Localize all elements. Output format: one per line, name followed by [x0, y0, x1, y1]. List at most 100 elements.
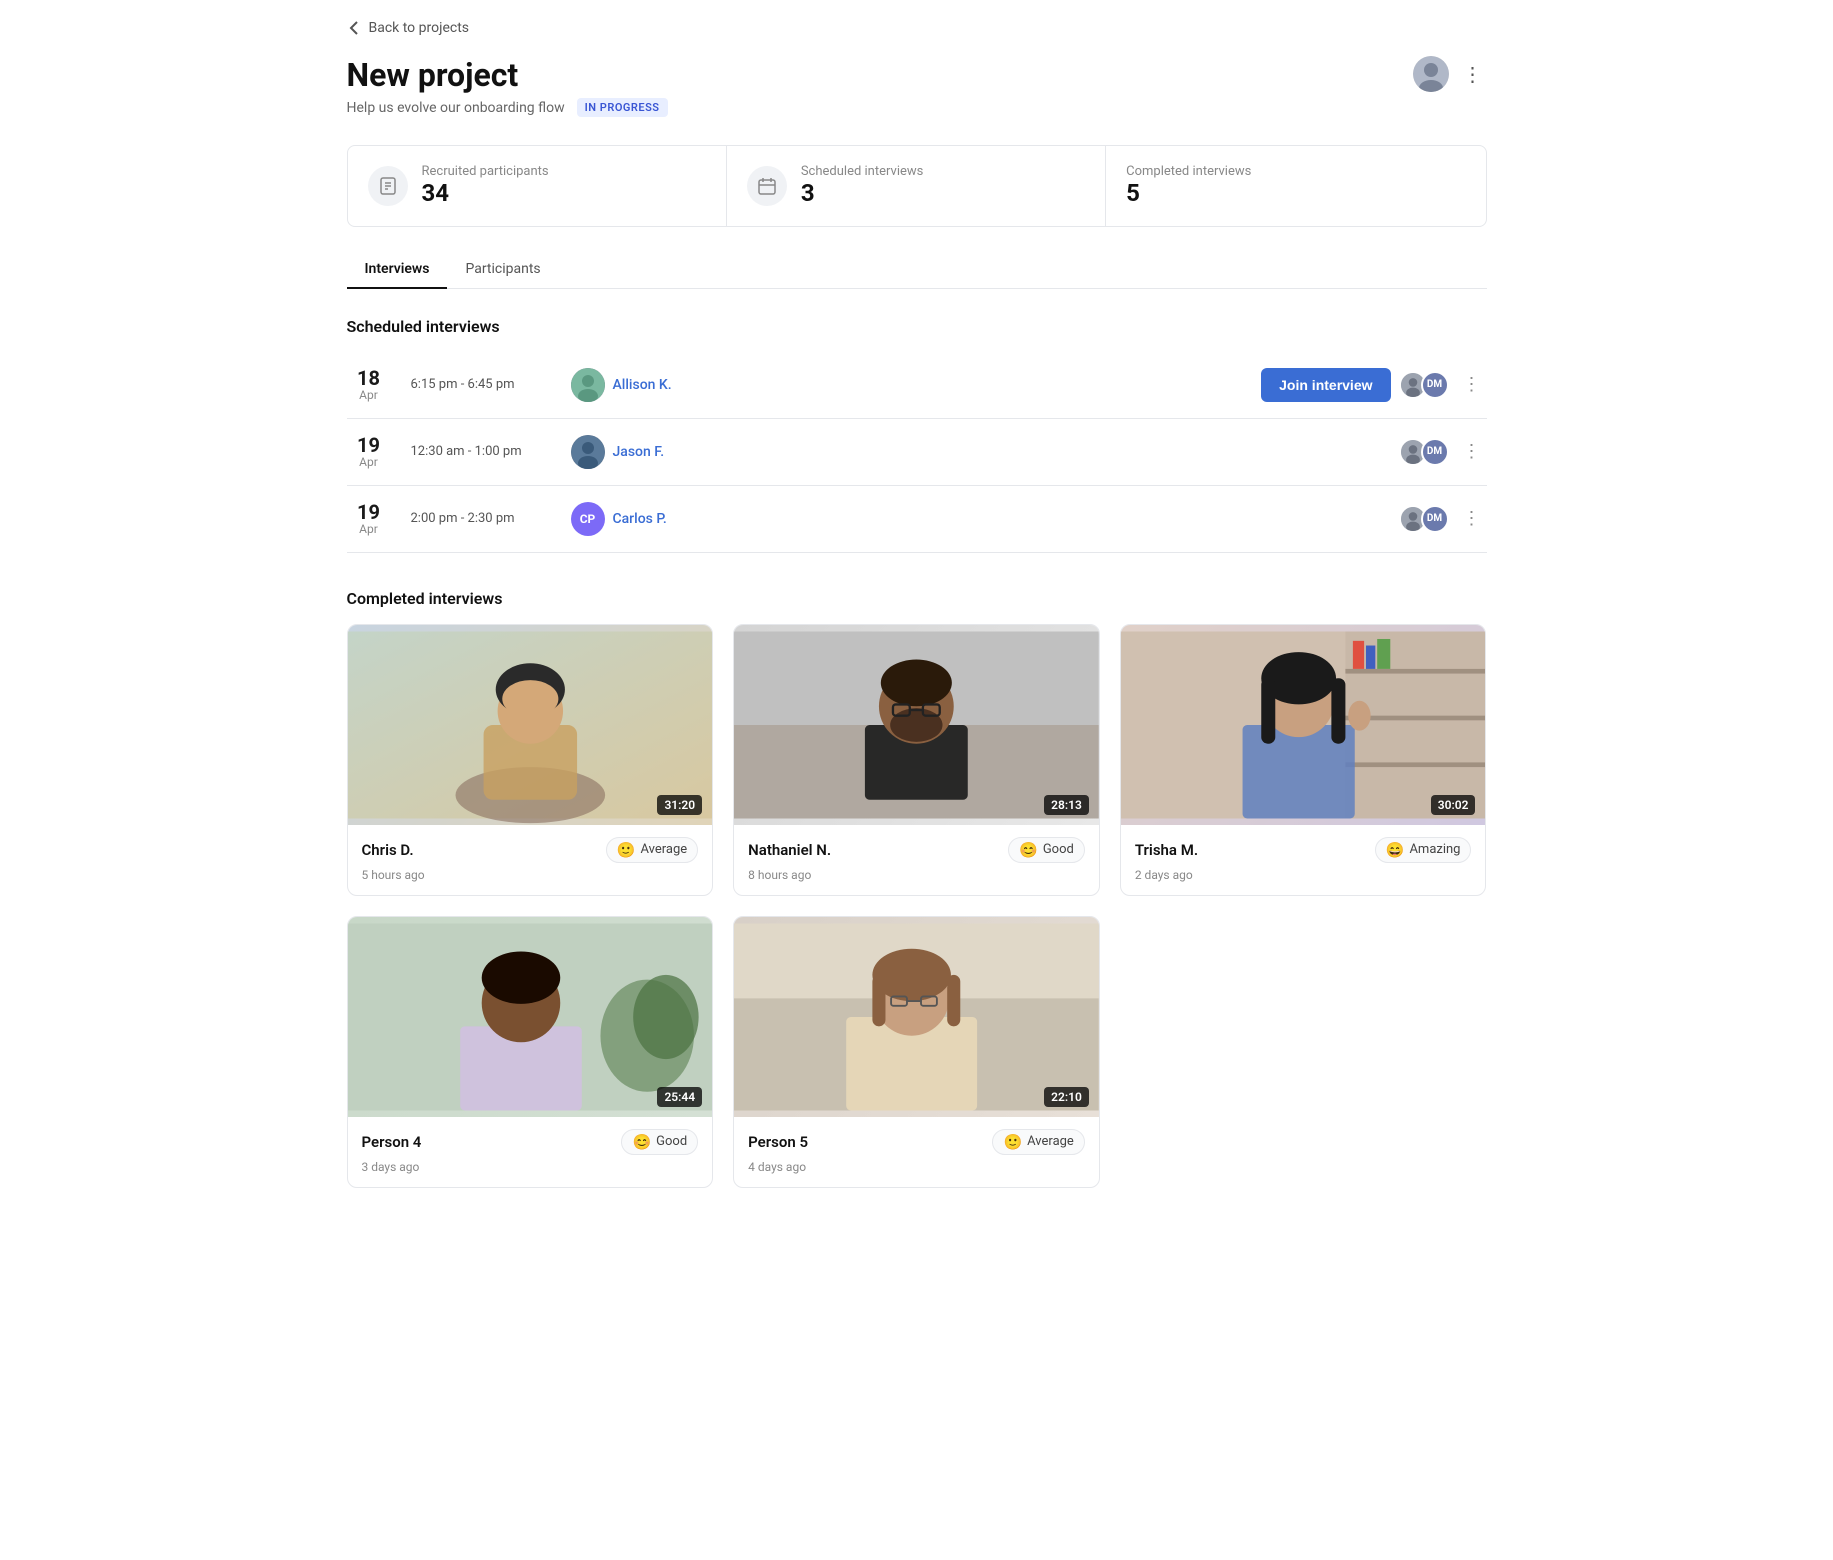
stat-scheduled: Scheduled interviews 3	[727, 146, 1106, 226]
date-month-2: Apr	[359, 455, 378, 469]
project-more-icon[interactable]: ⋮	[1459, 58, 1487, 90]
sentiment-badge-3: 😄 Amazing	[1375, 837, 1472, 863]
scheduled-label: Scheduled interviews	[801, 164, 924, 179]
card-name-row-1: Chris D. 🙂 Average	[362, 837, 699, 863]
scheduled-interview-row: 18 Apr 6:15 pm - 6:45 pm Allison K. Join…	[347, 352, 1487, 419]
interview-more-3[interactable]: ⋮	[1457, 504, 1487, 533]
stat-completed: Completed interviews 5	[1106, 146, 1485, 226]
card-info-4: Person 4 😊 Good 3 days ago	[348, 1117, 713, 1187]
interviewer-avatar-4: DM	[1421, 438, 1449, 466]
interviewer-avatar-6: DM	[1421, 505, 1449, 533]
scheduled-icon	[747, 166, 787, 206]
card-name-row-2: Nathaniel N. 😊 Good	[748, 837, 1085, 863]
participant-info-3: CP Carlos P.	[571, 502, 1379, 536]
interview-more-2[interactable]: ⋮	[1457, 437, 1487, 466]
back-to-projects[interactable]: Back to projects	[347, 20, 1487, 36]
completed-card-4[interactable]: 25:44 Person 4 😊 Good 3 days ago	[347, 916, 714, 1188]
sentiment-label-4: Good	[656, 1134, 687, 1149]
card-name-3: Trisha M.	[1135, 841, 1198, 859]
sentiment-icon-1: 🙂	[617, 841, 636, 859]
participant-name-1[interactable]: Allison K.	[613, 377, 672, 393]
sentiment-label-5: Average	[1027, 1134, 1074, 1149]
interviewer-avatar-2: DM	[1421, 371, 1449, 399]
interviewers-group-2: DM	[1399, 438, 1449, 466]
card-thumbnail-5: 22:10	[734, 917, 1099, 1117]
duration-badge-1: 31:20	[657, 795, 702, 815]
participant-name-2[interactable]: Jason F.	[613, 444, 665, 460]
completed-grid: 31:20 Chris D. 🙂 Average 5 hours ago	[347, 624, 1487, 1188]
sentiment-label-1: Average	[640, 842, 687, 857]
completed-section-title: Completed interviews	[347, 589, 1487, 608]
scheduled-interview-row: 19 Apr 2:00 pm - 2:30 pm CP Carlos P.	[347, 486, 1487, 553]
back-label: Back to projects	[369, 20, 470, 36]
card-thumbnail-2: 28:13	[734, 625, 1099, 825]
card-time-5: 4 days ago	[748, 1160, 806, 1174]
recruited-icon	[368, 166, 408, 206]
completed-value: 5	[1126, 179, 1251, 208]
participant-avatar-1	[571, 368, 605, 402]
sentiment-icon-3: 😄	[1386, 841, 1405, 859]
duration-badge-3: 30:02	[1431, 795, 1476, 815]
completed-card-5[interactable]: 22:10 Person 5 🙂 Average 4 days ago	[733, 916, 1100, 1188]
interview-more-1[interactable]: ⋮	[1457, 370, 1487, 399]
date-month-3: Apr	[359, 522, 378, 536]
card-time-2: 8 hours ago	[748, 868, 811, 882]
scheduled-interview-row: 19 Apr 12:30 am - 1:00 pm Jason F.	[347, 419, 1487, 486]
interview-time-3: 2:00 pm - 2:30 pm	[411, 511, 551, 526]
interview-date-1: 18 Apr	[347, 368, 391, 402]
card-name-2: Nathaniel N.	[748, 841, 831, 859]
participant-avatar-2	[571, 435, 605, 469]
row-actions-3: DM ⋮	[1399, 504, 1487, 533]
date-day-1: 18	[357, 368, 380, 388]
duration-badge-4: 25:44	[657, 1087, 702, 1107]
stat-recruited: Recruited participants 34	[348, 146, 727, 226]
row-actions-1: Join interview DM ⋮	[1261, 368, 1486, 402]
user-avatar[interactable]	[1413, 56, 1449, 92]
card-info-1: Chris D. 🙂 Average 5 hours ago	[348, 825, 713, 895]
interviewers-group-3: DM	[1399, 505, 1449, 533]
card-name-row-4: Person 4 😊 Good	[362, 1129, 699, 1155]
date-month-1: Apr	[359, 388, 378, 402]
participant-avatar-3: CP	[571, 502, 605, 536]
card-thumbnail-4: 25:44	[348, 917, 713, 1117]
sentiment-label-2: Good	[1043, 842, 1074, 857]
status-badge: IN PROGRESS	[577, 98, 668, 117]
card-time-3: 2 days ago	[1135, 868, 1193, 882]
participant-info-2: Jason F.	[571, 435, 1379, 469]
tab-participants[interactable]: Participants	[447, 251, 558, 289]
project-subtitle: Help us evolve our onboarding flow	[347, 100, 565, 116]
join-interview-button[interactable]: Join interview	[1261, 368, 1390, 402]
row-actions-2: DM ⋮	[1399, 437, 1487, 466]
date-day-2: 19	[357, 435, 380, 455]
recruited-label: Recruited participants	[422, 164, 549, 179]
duration-badge-5: 22:10	[1044, 1087, 1089, 1107]
scheduled-value: 3	[801, 179, 924, 208]
participant-info-1: Allison K.	[571, 368, 1242, 402]
recruited-value: 34	[422, 179, 549, 208]
sentiment-badge-4: 😊 Good	[621, 1129, 698, 1155]
completed-card-2[interactable]: 28:13 Nathaniel N. 😊 Good 8 hours ago	[733, 624, 1100, 896]
sentiment-badge-2: 😊 Good	[1008, 837, 1085, 863]
card-thumbnail-3: 30:02	[1121, 625, 1486, 825]
header-actions: ⋮	[1413, 56, 1487, 92]
completed-card-1[interactable]: 31:20 Chris D. 🙂 Average 5 hours ago	[347, 624, 714, 896]
project-title: New project	[347, 56, 519, 94]
scheduled-section-title: Scheduled interviews	[347, 317, 1487, 336]
interview-time-1: 6:15 pm - 6:45 pm	[411, 377, 551, 392]
tab-interviews[interactable]: Interviews	[347, 251, 448, 289]
sentiment-badge-5: 🙂 Average	[992, 1129, 1084, 1155]
participant-name-3[interactable]: Carlos P.	[613, 511, 667, 527]
sentiment-badge-1: 🙂 Average	[606, 837, 698, 863]
card-thumbnail-1: 31:20	[348, 625, 713, 825]
card-info-2: Nathaniel N. 😊 Good 8 hours ago	[734, 825, 1099, 895]
card-name-5: Person 5	[748, 1133, 808, 1151]
card-time-1: 5 hours ago	[362, 868, 425, 882]
card-name-4: Person 4	[362, 1133, 422, 1151]
sentiment-icon-2: 😊	[1019, 841, 1038, 859]
interview-time-2: 12:30 am - 1:00 pm	[411, 444, 551, 459]
scheduled-section: Scheduled interviews 18 Apr 6:15 pm - 6:…	[347, 317, 1487, 553]
duration-badge-2: 28:13	[1044, 795, 1089, 815]
completed-card-3[interactable]: 30:02 Trisha M. 😄 Amazing 2 days ago	[1120, 624, 1487, 896]
sentiment-label-3: Amazing	[1409, 842, 1460, 857]
stats-row: Recruited participants 34 Scheduled inte…	[347, 145, 1487, 227]
